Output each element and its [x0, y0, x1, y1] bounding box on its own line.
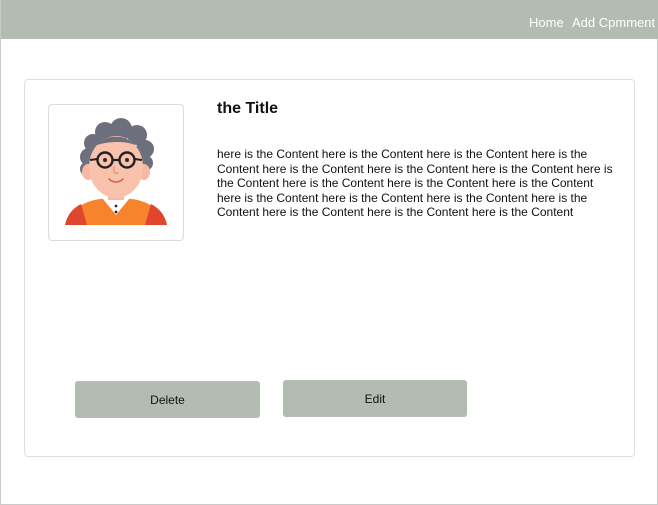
- nav-add-comment-link[interactable]: Add Cpmment: [572, 15, 655, 30]
- card-title: the Title: [217, 100, 279, 117]
- card-content: here is the Content here is the Content …: [217, 147, 613, 220]
- edit-button[interactable]: Edit: [283, 380, 467, 417]
- nav-home-link[interactable]: Home: [529, 15, 564, 30]
- navbar: Home Add Cpmment: [1, 0, 658, 39]
- post-card: the Title here is the Content here is th…: [24, 79, 635, 457]
- elderly-man-avatar-icon: [65, 118, 167, 225]
- avatar: [48, 104, 184, 241]
- delete-button[interactable]: Delete: [75, 381, 260, 418]
